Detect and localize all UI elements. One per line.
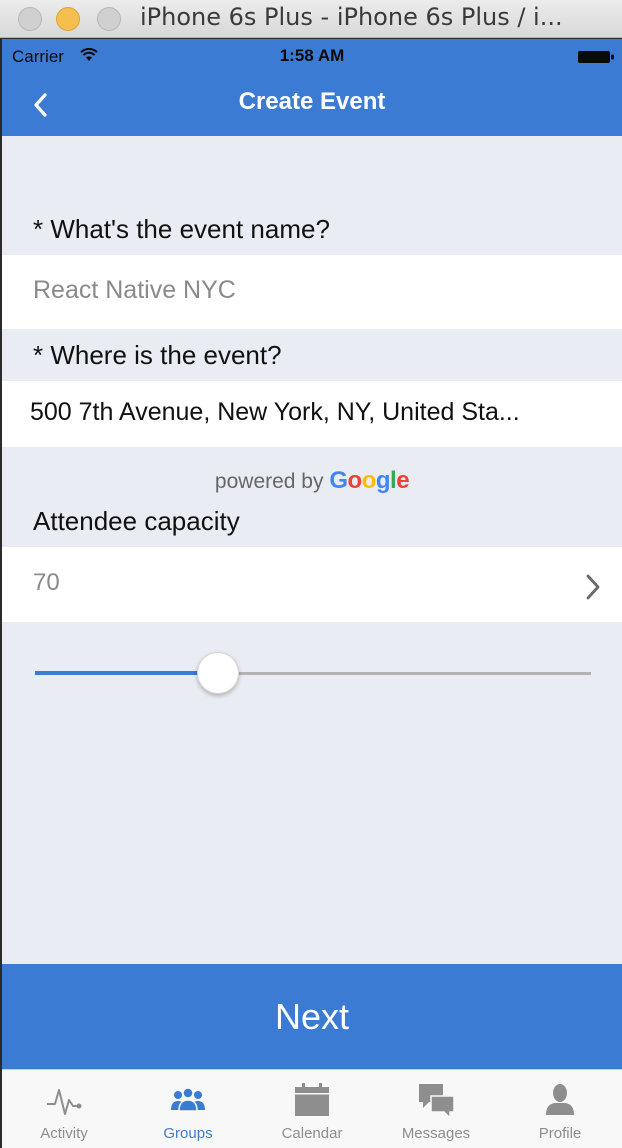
capacity-value: 70 [33, 569, 60, 596]
capacity-slider[interactable] [35, 651, 591, 695]
tab-activity[interactable]: Activity [2, 1070, 126, 1148]
google-logo: Google [329, 467, 409, 494]
profile-icon [546, 1084, 574, 1115]
powered-by-google: powered by Google [2, 467, 622, 495]
google-letter: G [329, 467, 348, 494]
navigation-bar: Create Event [2, 73, 622, 136]
window-title: iPhone 6s Plus - iPhone 6s Plus / i... [140, 3, 563, 31]
google-letter: o [347, 467, 363, 494]
slider-thumb[interactable] [197, 652, 240, 694]
capacity-label: Attendee capacity [33, 506, 240, 536]
tab-label: Profile [538, 1125, 582, 1142]
chevron-right-icon [586, 574, 600, 600]
phone-screen: Carrier 1:58 AM Create Event * What's th… [2, 39, 622, 1148]
tab-label: Activity [40, 1125, 88, 1142]
activity-icon [47, 1089, 82, 1115]
location-input[interactable]: 500 7th Avenue, New York, NY, United Sta… [2, 381, 622, 447]
page-title: Create Event [238, 88, 386, 115]
powered-by-label: powered by [214, 470, 324, 493]
location-label: * Where is the event? [33, 340, 282, 370]
window-close-button[interactable] [18, 7, 42, 31]
event-name-label: * What's the event name? [33, 214, 330, 244]
google-letter: o [361, 467, 377, 494]
window-zoom-button[interactable] [97, 7, 121, 31]
status-bar: Carrier 1:58 AM [2, 39, 622, 73]
tab-label: Calendar [281, 1125, 343, 1142]
google-letter: g [375, 467, 391, 494]
tab-label: Messages [401, 1125, 471, 1142]
tab-messages[interactable]: Messages [374, 1070, 498, 1148]
next-button[interactable]: Next [2, 964, 622, 1069]
tab-label: Groups [163, 1125, 213, 1142]
event-name-input[interactable]: React Native NYC [2, 255, 622, 329]
window-minimize-button[interactable] [56, 7, 80, 31]
groups-icon [171, 1087, 205, 1112]
calendar-icon [295, 1083, 329, 1116]
tab-calendar[interactable]: Calendar [250, 1070, 374, 1148]
tab-profile[interactable]: Profile [498, 1070, 622, 1148]
event-name-placeholder: React Native NYC [33, 276, 236, 304]
status-time: 1:58 AM [279, 46, 345, 65]
simulator-titlebar: iPhone 6s Plus - iPhone 6s Plus / i... [0, 0, 622, 38]
google-letter: e [396, 467, 410, 494]
capacity-row[interactable]: 70 [2, 547, 622, 622]
location-value: 500 7th Avenue, New York, NY, United Sta… [30, 398, 520, 426]
battery-icon [578, 51, 614, 63]
slider-fill [35, 671, 219, 675]
tab-groups[interactable]: Groups [126, 1070, 250, 1148]
messages-icon [419, 1084, 455, 1118]
tab-bar: Activity Groups Calendar Messages Profil… [2, 1069, 622, 1148]
